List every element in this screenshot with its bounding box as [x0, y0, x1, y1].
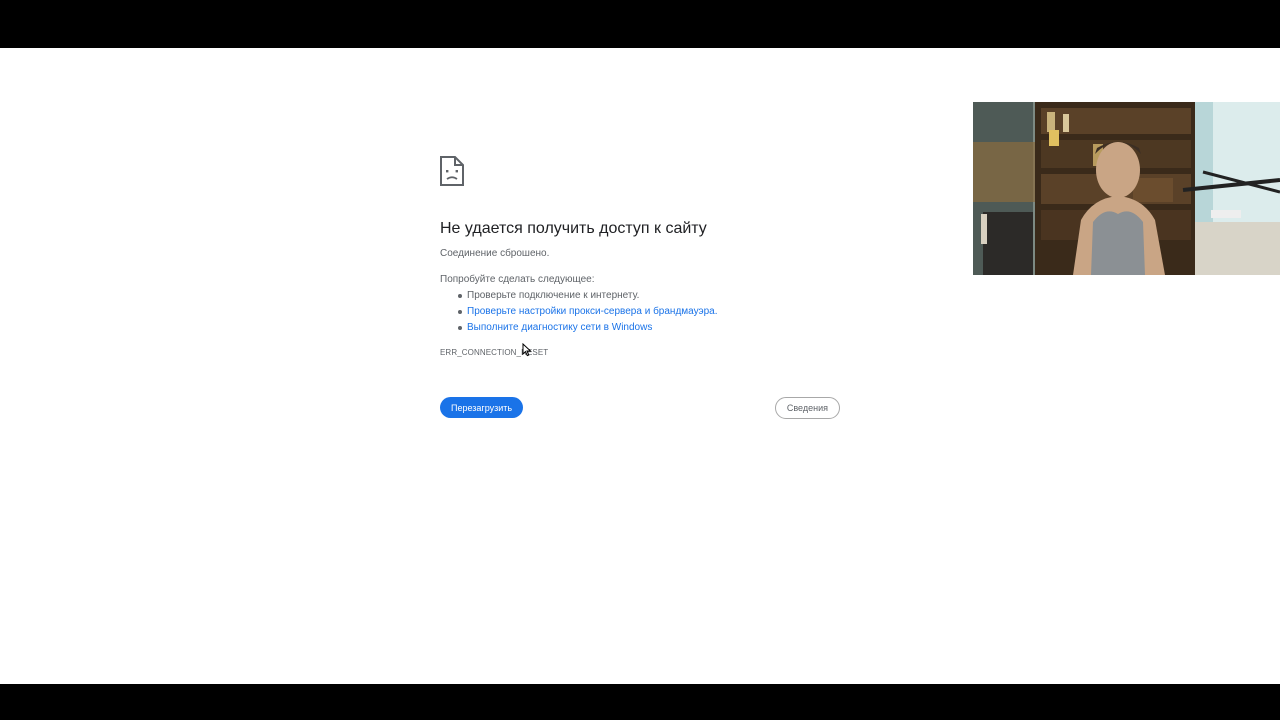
- letterbox-top: [0, 0, 1280, 48]
- letterbox-bottom: [0, 684, 1280, 720]
- suggestion-item-check-connection: Проверьте подключение к интернету.: [458, 288, 840, 304]
- webcam-overlay: [973, 102, 1280, 275]
- proxy-firewall-link[interactable]: Проверьте настройки прокси-сервера и бра…: [467, 306, 718, 317]
- network-diagnostics-link[interactable]: Выполните диагностику сети в Windows: [467, 322, 652, 333]
- button-row: Перезагрузить Сведения: [440, 397, 840, 419]
- page-title: Не удается получить доступ к сайту: [440, 220, 707, 237]
- reload-button[interactable]: Перезагрузить: [440, 397, 524, 418]
- error-code: ERR_CONNECTION_RESET: [440, 348, 549, 357]
- mouse-cursor-icon: [522, 343, 532, 357]
- suggestions-list: Проверьте подключение к интернету. Прове…: [458, 288, 840, 336]
- suggestion-item-proxy-firewall: Проверьте настройки прокси-сервера и бра…: [458, 304, 840, 320]
- error-page: Не удается получить доступ к сайту Соеди…: [440, 156, 840, 419]
- sad-page-icon: [440, 156, 464, 186]
- suggestion-text: Проверьте подключение к интернету.: [467, 290, 640, 301]
- browser-viewport: Не удается получить доступ к сайту Соеди…: [0, 48, 1280, 684]
- suggestions-heading: Попробуйте сделать следующее:: [440, 274, 595, 285]
- error-subtitle: Соединение сброшено.: [440, 248, 550, 259]
- details-button[interactable]: Сведения: [774, 397, 840, 419]
- suggestion-item-network-diagnostics: Выполните диагностику сети в Windows: [458, 320, 840, 336]
